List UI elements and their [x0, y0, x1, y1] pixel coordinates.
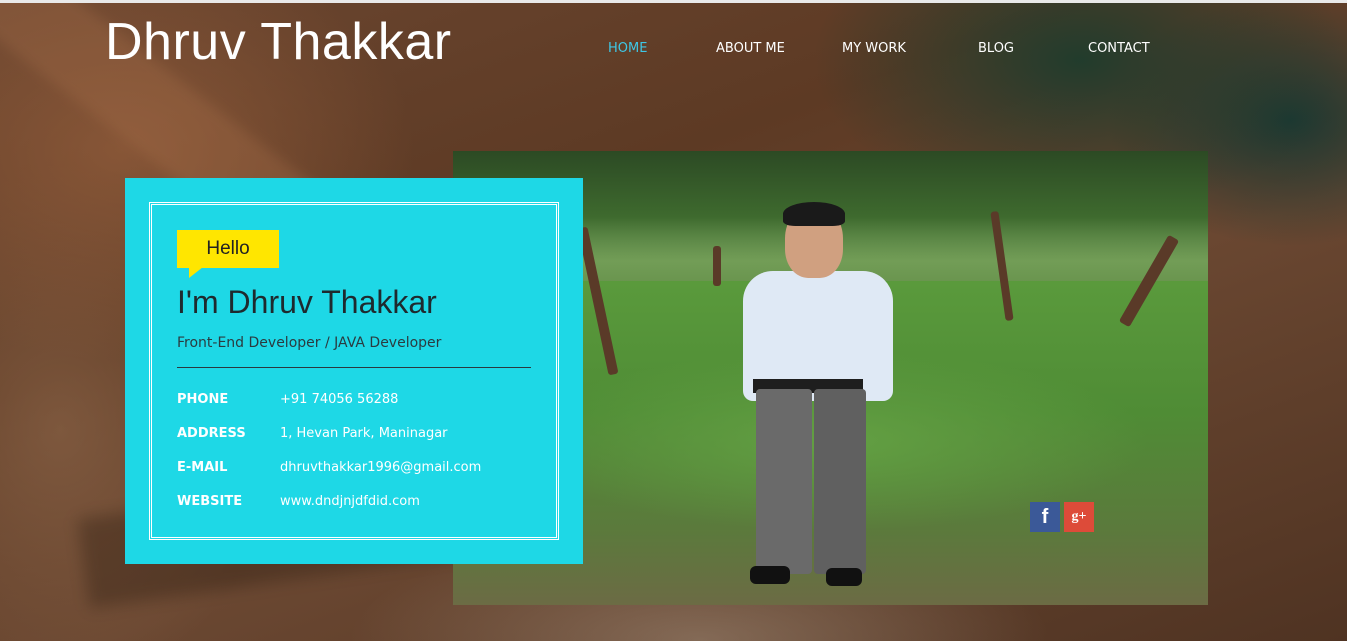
divider [177, 367, 531, 368]
main-nav: HOME ABOUT ME MY WORK BLOG CONTACT [0, 41, 1347, 61]
phone-value: +91 74056 56288 [280, 392, 399, 407]
top-border [0, 0, 1347, 3]
greeting-badge-tail [189, 267, 203, 278]
profile-name: I'm Dhruv Thakkar [177, 284, 437, 320]
phone-label: PHONE [177, 392, 229, 407]
email-value[interactable]: dhruvthakkar1996@gmail.com [280, 460, 481, 475]
nav-item-blog[interactable]: BLOG [978, 41, 1014, 56]
nav-item-my-work[interactable]: MY WORK [842, 41, 906, 56]
website-value[interactable]: www.dndjnjdfdid.com [280, 494, 420, 509]
address-value: 1, Hevan Park, Maninagar [280, 426, 448, 441]
photo-tree-trunk [713, 246, 721, 286]
profile-card: Hello I'm Dhruv Thakkar Front-End Develo… [125, 178, 583, 564]
facebook-icon[interactable]: f [1030, 502, 1060, 532]
website-label: WEBSITE [177, 494, 243, 509]
email-label: E-MAIL [177, 460, 228, 475]
person-figure [728, 202, 918, 601]
nav-item-contact[interactable]: CONTACT [1088, 41, 1150, 56]
nav-item-about-me[interactable]: ABOUT ME [716, 41, 785, 56]
address-label: ADDRESS [177, 426, 246, 441]
nav-item-home[interactable]: HOME [608, 41, 647, 56]
profile-role: Front-End Developer / JAVA Developer [177, 335, 442, 351]
google-plus-icon[interactable]: g+ [1064, 502, 1094, 532]
greeting-badge: Hello [177, 230, 279, 268]
